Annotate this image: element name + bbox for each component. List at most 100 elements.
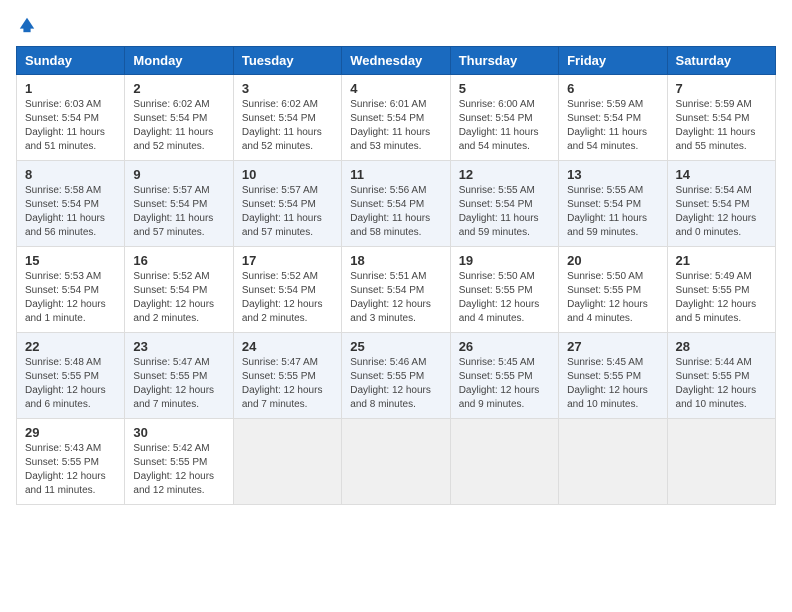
calendar-day-cell: 20 Sunrise: 5:50 AM Sunset: 5:55 PM Dayli… <box>559 247 667 333</box>
day-info: Sunrise: 5:58 AM Sunset: 5:54 PM Dayligh… <box>25 184 116 240</box>
day-number: 7 <box>676 81 767 96</box>
day-number: 20 <box>567 253 658 268</box>
calendar-table: SundayMondayTuesdayWednesdayThursdayFrid… <box>16 46 776 505</box>
page-header <box>16 16 776 34</box>
day-number: 4 <box>350 81 441 96</box>
day-info: Sunrise: 5:46 AM Sunset: 5:55 PM Dayligh… <box>350 356 441 412</box>
calendar-day-cell <box>342 419 450 505</box>
day-info: Sunrise: 5:57 AM Sunset: 5:54 PM Dayligh… <box>133 184 224 240</box>
day-number: 12 <box>459 167 550 182</box>
calendar-day-cell: 23 Sunrise: 5:47 AM Sunset: 5:55 PM Dayli… <box>125 333 233 419</box>
day-info: Sunrise: 5:52 AM Sunset: 5:54 PM Dayligh… <box>242 270 333 326</box>
calendar-week-row: 15 Sunrise: 5:53 AM Sunset: 5:54 PM Dayli… <box>17 247 776 333</box>
calendar-day-cell: 18Sunrise: 5:51 AM Sunset: 5:54 PM Dayli… <box>342 247 450 333</box>
day-info: Sunrise: 5:56 AM Sunset: 5:54 PM Dayligh… <box>350 184 441 240</box>
calendar-day-cell: 27Sunrise: 5:45 AM Sunset: 5:55 PM Dayli… <box>559 333 667 419</box>
calendar-day-cell: 9Sunrise: 5:57 AM Sunset: 5:54 PM Daylig… <box>125 161 233 247</box>
calendar-week-row: 22 Sunrise: 5:48 AM Sunset: 5:55 PM Dayli… <box>17 333 776 419</box>
day-info: Sunrise: 5:45 AM Sunset: 5:55 PM Dayligh… <box>459 356 550 412</box>
day-number: 30 <box>133 425 224 440</box>
calendar-day-cell: 25 Sunrise: 5:46 AM Sunset: 5:55 PM Dayli… <box>342 333 450 419</box>
day-number: 8 <box>25 167 116 182</box>
calendar-day-cell <box>450 419 558 505</box>
day-info: Sunrise: 6:02 AM Sunset: 5:54 PM Dayligh… <box>242 98 333 154</box>
day-number: 3 <box>242 81 333 96</box>
calendar-day-cell: 8 Sunrise: 5:58 AM Sunset: 5:54 PM Daylig… <box>17 161 125 247</box>
day-info: Sunrise: 6:00 AM Sunset: 5:54 PM Dayligh… <box>459 98 550 154</box>
day-of-week-header: Friday <box>559 47 667 75</box>
calendar-day-cell: 2 Sunrise: 6:02 AM Sunset: 5:54 PM Daylig… <box>125 75 233 161</box>
calendar-day-cell: 3 Sunrise: 6:02 AM Sunset: 5:54 PM Daylig… <box>233 75 341 161</box>
day-of-week-header: Tuesday <box>233 47 341 75</box>
day-number: 2 <box>133 81 224 96</box>
day-number: 14 <box>676 167 767 182</box>
day-number: 5 <box>459 81 550 96</box>
day-number: 28 <box>676 339 767 354</box>
calendar-day-cell: 19Sunrise: 5:50 AM Sunset: 5:55 PM Dayli… <box>450 247 558 333</box>
day-number: 26 <box>459 339 550 354</box>
day-info: Sunrise: 6:02 AM Sunset: 5:54 PM Dayligh… <box>133 98 224 154</box>
calendar-day-cell: 10 Sunrise: 5:57 AM Sunset: 5:54 PM Dayli… <box>233 161 341 247</box>
calendar-day-cell: 14 Sunrise: 5:54 AM Sunset: 5:54 PM Dayli… <box>667 161 775 247</box>
day-info: Sunrise: 5:54 AM Sunset: 5:54 PM Dayligh… <box>676 184 767 240</box>
calendar-day-cell: 7 Sunrise: 5:59 AM Sunset: 5:54 PM Daylig… <box>667 75 775 161</box>
calendar-day-cell: 30 Sunrise: 5:42 AM Sunset: 5:55 PM Dayli… <box>125 419 233 505</box>
calendar-day-cell: 4 Sunrise: 6:01 AM Sunset: 5:54 PM Daylig… <box>342 75 450 161</box>
day-info: Sunrise: 5:50 AM Sunset: 5:55 PM Dayligh… <box>459 270 550 326</box>
calendar-day-cell: 22 Sunrise: 5:48 AM Sunset: 5:55 PM Dayli… <box>17 333 125 419</box>
day-number: 13 <box>567 167 658 182</box>
calendar-day-cell: 16 Sunrise: 5:52 AM Sunset: 5:54 PM Dayli… <box>125 247 233 333</box>
day-number: 15 <box>25 253 116 268</box>
calendar-day-cell <box>233 419 341 505</box>
calendar-day-cell: 11 Sunrise: 5:56 AM Sunset: 5:54 PM Dayli… <box>342 161 450 247</box>
day-info: Sunrise: 5:48 AM Sunset: 5:55 PM Dayligh… <box>25 356 116 412</box>
day-of-week-header: Saturday <box>667 47 775 75</box>
day-info: Sunrise: 6:03 AM Sunset: 5:54 PM Dayligh… <box>25 98 116 154</box>
day-info: Sunrise: 5:53 AM Sunset: 5:54 PM Dayligh… <box>25 270 116 326</box>
day-info: Sunrise: 5:59 AM Sunset: 5:54 PM Dayligh… <box>567 98 658 154</box>
calendar-day-cell: 12 Sunrise: 5:55 AM Sunset: 5:54 PM Dayli… <box>450 161 558 247</box>
day-number: 17 <box>242 253 333 268</box>
day-info: Sunrise: 5:49 AM Sunset: 5:55 PM Dayligh… <box>676 270 767 326</box>
day-number: 23 <box>133 339 224 354</box>
logo <box>16 16 36 34</box>
day-info: Sunrise: 5:43 AM Sunset: 5:55 PM Dayligh… <box>25 442 116 498</box>
day-of-week-header: Sunday <box>17 47 125 75</box>
calendar-day-cell: 13 Sunrise: 5:55 AM Sunset: 5:54 PM Dayli… <box>559 161 667 247</box>
day-info: Sunrise: 5:57 AM Sunset: 5:54 PM Dayligh… <box>242 184 333 240</box>
day-info: Sunrise: 5:55 AM Sunset: 5:54 PM Dayligh… <box>567 184 658 240</box>
day-number: 10 <box>242 167 333 182</box>
calendar-day-cell <box>559 419 667 505</box>
day-number: 1 <box>25 81 116 96</box>
calendar-header-row: SundayMondayTuesdayWednesdayThursdayFrid… <box>17 47 776 75</box>
calendar-day-cell: 17 Sunrise: 5:52 AM Sunset: 5:54 PM Dayli… <box>233 247 341 333</box>
day-info: Sunrise: 5:45 AM Sunset: 5:55 PM Dayligh… <box>567 356 658 412</box>
day-number: 16 <box>133 253 224 268</box>
day-info: Sunrise: 5:52 AM Sunset: 5:54 PM Dayligh… <box>133 270 224 326</box>
day-number: 21 <box>676 253 767 268</box>
calendar-day-cell: 28 Sunrise: 5:44 AM Sunset: 5:55 PM Dayli… <box>667 333 775 419</box>
calendar-day-cell: 1 Sunrise: 6:03 AM Sunset: 5:54 PM Daylig… <box>17 75 125 161</box>
day-number: 22 <box>25 339 116 354</box>
calendar-day-cell: 6 Sunrise: 5:59 AM Sunset: 5:54 PM Daylig… <box>559 75 667 161</box>
day-info: Sunrise: 5:59 AM Sunset: 5:54 PM Dayligh… <box>676 98 767 154</box>
day-info: Sunrise: 5:42 AM Sunset: 5:55 PM Dayligh… <box>133 442 224 498</box>
day-number: 25 <box>350 339 441 354</box>
calendar-day-cell: 5 Sunrise: 6:00 AM Sunset: 5:54 PM Daylig… <box>450 75 558 161</box>
day-of-week-header: Monday <box>125 47 233 75</box>
calendar-week-row: 8 Sunrise: 5:58 AM Sunset: 5:54 PM Daylig… <box>17 161 776 247</box>
day-number: 6 <box>567 81 658 96</box>
day-info: Sunrise: 5:55 AM Sunset: 5:54 PM Dayligh… <box>459 184 550 240</box>
day-of-week-header: Wednesday <box>342 47 450 75</box>
day-info: Sunrise: 6:01 AM Sunset: 5:54 PM Dayligh… <box>350 98 441 154</box>
day-info: Sunrise: 5:44 AM Sunset: 5:55 PM Dayligh… <box>676 356 767 412</box>
calendar-week-row: 1 Sunrise: 6:03 AM Sunset: 5:54 PM Daylig… <box>17 75 776 161</box>
calendar-day-cell: 21 Sunrise: 5:49 AM Sunset: 5:55 PM Dayli… <box>667 247 775 333</box>
day-info: Sunrise: 5:50 AM Sunset: 5:55 PM Dayligh… <box>567 270 658 326</box>
day-number: 24 <box>242 339 333 354</box>
day-of-week-header: Thursday <box>450 47 558 75</box>
calendar-day-cell: 24Sunrise: 5:47 AM Sunset: 5:55 PM Dayli… <box>233 333 341 419</box>
day-number: 11 <box>350 167 441 182</box>
day-info: Sunrise: 5:47 AM Sunset: 5:55 PM Dayligh… <box>133 356 224 412</box>
day-info: Sunrise: 5:51 AM Sunset: 5:54 PM Dayligh… <box>350 270 441 326</box>
